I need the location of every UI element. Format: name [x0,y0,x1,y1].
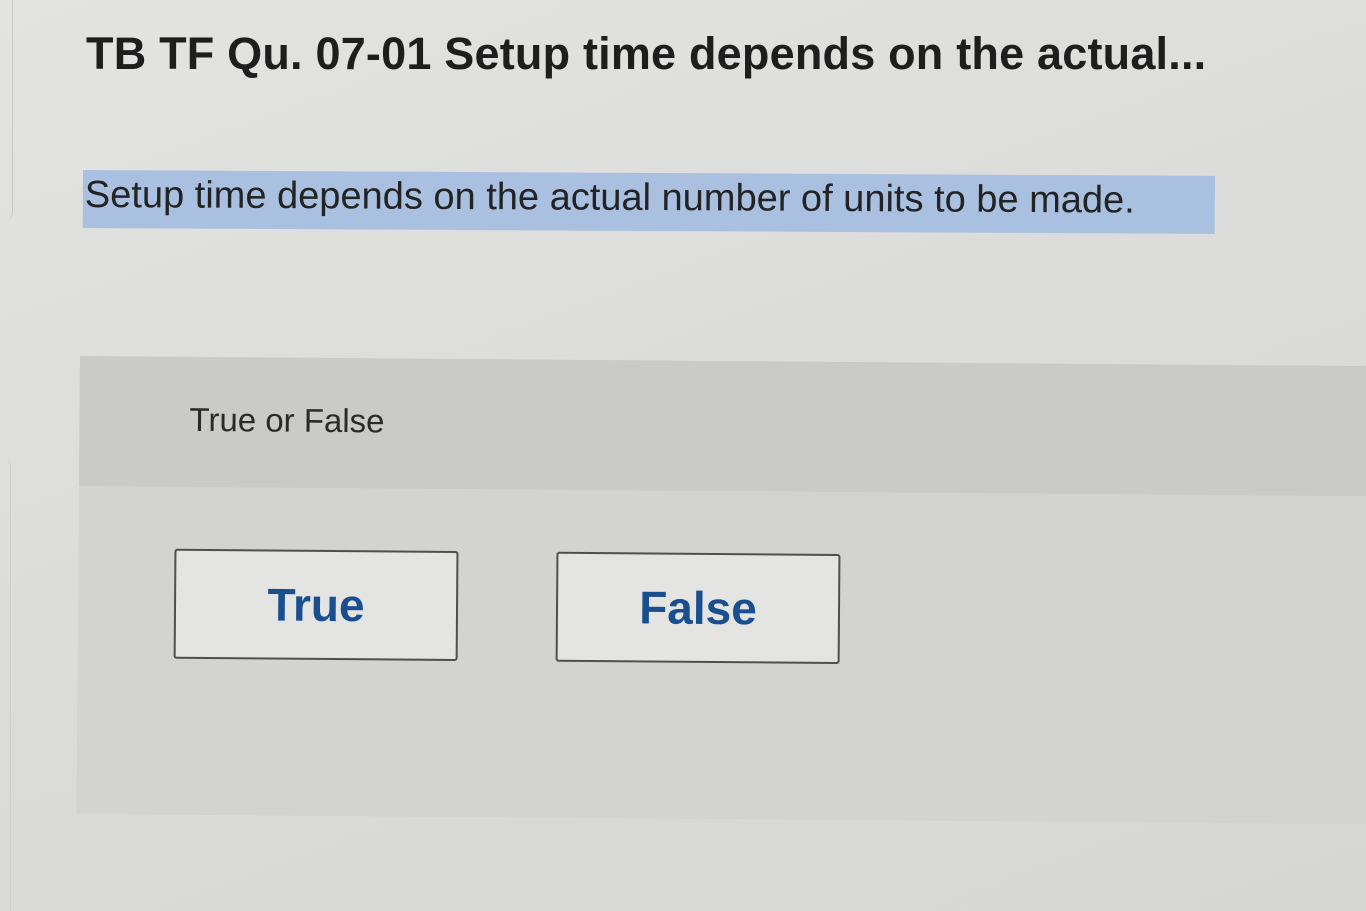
false-button-label: False [639,581,758,635]
true-button-label: True [267,578,365,632]
question-prompt: Setup time depends on the actual number … [84,174,1135,222]
question-prompt-highlight: Setup time depends on the actual number … [82,170,1215,234]
answer-panel-header: True or False [78,356,1366,497]
false-button[interactable]: False [555,551,841,664]
true-button[interactable]: True [173,548,459,661]
left-border-decoration-lower [0,460,11,911]
left-border-decoration [0,0,13,220]
question-title: TB TF Qu. 07-01 Setup time depends on th… [86,28,1207,79]
answer-type-label: True or False [189,400,385,440]
answer-panel: True or False True False [76,356,1366,825]
